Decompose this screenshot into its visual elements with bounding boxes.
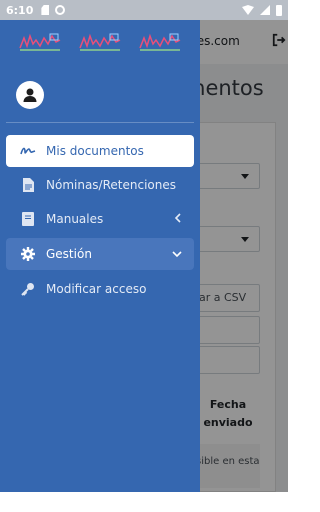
user-avatar-icon[interactable]: [16, 81, 44, 109]
status-bar: 6:10: [0, 0, 288, 20]
logo-strip: [0, 20, 200, 64]
menu-item-nominas-retenciones[interactable]: Nóminas/Retenciones: [6, 169, 194, 201]
navigation-drawer: Mis documentos Nóminas/Retenciones Manua…: [0, 20, 200, 492]
chevron-down-icon: [172, 247, 182, 261]
book-icon: [20, 211, 36, 227]
signal-icon: [260, 5, 270, 15]
chevron-left-icon: [174, 212, 182, 226]
gear-icon: [20, 246, 36, 262]
menu-item-modificar-acceso[interactable]: Modificar acceso: [6, 273, 194, 305]
menu-item-mis-documentos[interactable]: Mis documentos: [6, 135, 194, 167]
wifi-icon: [242, 5, 254, 15]
company-logo-3: [139, 33, 181, 51]
menu-item-label: Mis documentos: [46, 144, 144, 158]
key-icon: [20, 281, 36, 297]
menu-item-manuales[interactable]: Manuales: [6, 203, 194, 235]
menu-item-label: Nóminas/Retenciones: [46, 178, 176, 192]
menu-item-gestion[interactable]: Gestión: [6, 238, 194, 270]
menu-item-label: Modificar acceso: [46, 282, 147, 296]
signature-icon: [20, 143, 36, 159]
battery-icon: [276, 4, 282, 16]
drawer-divider: [6, 122, 194, 123]
company-logo-2: [79, 33, 121, 51]
status-time: 6:10: [6, 3, 34, 17]
file-icon: [20, 177, 36, 193]
circle-icon: [55, 5, 66, 15]
menu-item-label: Gestión: [46, 247, 92, 261]
menu-item-label: Manuales: [46, 212, 104, 226]
company-logo-1: [19, 33, 61, 51]
sd-card-icon: [41, 5, 50, 15]
